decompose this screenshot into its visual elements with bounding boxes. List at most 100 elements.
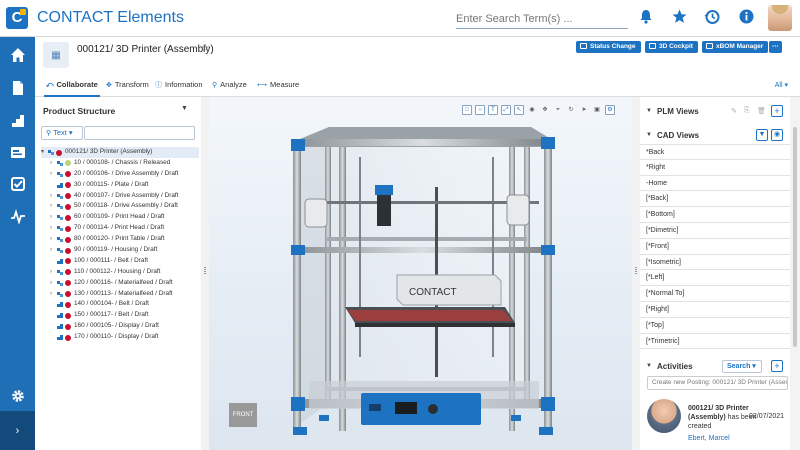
home-icon[interactable] xyxy=(0,39,35,70)
stairs-icon[interactable] xyxy=(0,104,35,135)
tab-measure[interactable]: ⟷ Measure xyxy=(257,80,299,89)
view-cube[interactable]: FRONT xyxy=(229,403,257,427)
left-splitter[interactable] xyxy=(201,97,209,450)
cad-view-item[interactable]: *Right xyxy=(640,159,790,176)
tree-row[interactable]: › 130 / 000113- / Materialfeed / Draft xyxy=(41,289,199,300)
chevron-down-icon[interactable]: ▼ xyxy=(646,132,652,138)
delete-icon[interactable]: 🗑 xyxy=(757,107,766,115)
chevron-down-icon[interactable]: ▼ xyxy=(181,105,188,112)
cad-view-item[interactable]: [*Top] xyxy=(640,317,790,334)
status-dot xyxy=(65,160,71,167)
cad-view-item[interactable]: [*Dimetric] xyxy=(640,222,790,239)
filter-icon[interactable]: ▼ xyxy=(756,129,768,141)
info-icon[interactable] xyxy=(737,9,755,27)
cad-view-item[interactable]: *Back xyxy=(640,144,790,160)
cad-view-item[interactable]: [*Isometric] xyxy=(640,254,790,271)
chevron-down-icon[interactable]: ▼ xyxy=(646,363,652,369)
new-posting-input[interactable]: Create new Posting: 000121/ 3D Printer (… xyxy=(647,376,788,390)
nav-expand-button[interactable]: › xyxy=(0,411,35,450)
tree-row-label: 40 / 000107- / Drive Assembly / Draft xyxy=(74,191,179,199)
cad-view-item[interactable]: -Home xyxy=(640,175,790,192)
expand-toggle-icon[interactable]: › xyxy=(50,245,56,256)
tree-row-label: 10 / 000108- / Chassis / Released xyxy=(74,158,171,166)
printer-model: CONTACT xyxy=(291,127,555,435)
expand-toggle-icon[interactable]: › xyxy=(50,201,56,212)
app-logo[interactable]: C xyxy=(6,7,28,29)
cad-view-item[interactable]: [*Back] xyxy=(640,191,790,208)
filter-type-dropdown[interactable]: ⚲ Text ▾ xyxy=(41,126,83,140)
gear-icon[interactable] xyxy=(0,380,35,411)
history-icon[interactable] xyxy=(703,9,721,27)
checkbox-icon[interactable] xyxy=(0,168,35,199)
expand-toggle-icon[interactable]: › xyxy=(50,267,56,278)
status-dot xyxy=(65,312,71,319)
tree-row[interactable]: › 120 / 000116- / Materialfeed / Draft xyxy=(41,278,199,289)
tree-row[interactable]: › 110 / 000112- / Housing / Draft xyxy=(41,267,199,278)
cad-view-item[interactable]: [*Left] xyxy=(640,270,790,287)
expand-toggle-icon[interactable]: › xyxy=(50,158,56,169)
tree-row[interactable]: ▾ 000121/ 3D Printer (Assembly) xyxy=(41,147,199,158)
status-change-button[interactable]: Status Change xyxy=(576,41,641,53)
tree-row-label: 50 / 000118- / Drive Assembly / Draft xyxy=(74,202,178,210)
cad-view-item[interactable]: [*Front] xyxy=(640,238,790,255)
expand-toggle-icon[interactable]: › xyxy=(50,234,56,245)
add-activity-button[interactable]: + xyxy=(771,360,783,372)
tab-information[interactable]: ⓘ Information xyxy=(155,80,203,90)
tree-row[interactable]: 140 / 000104- / Belt / Draft xyxy=(41,299,199,310)
expand-toggle-icon[interactable]: › xyxy=(50,223,56,234)
favorite-star-icon[interactable]: ☆ xyxy=(201,43,210,54)
bell-icon[interactable] xyxy=(637,9,655,27)
tab-analyze[interactable]: ⚲ Analyze xyxy=(212,80,247,89)
expand-toggle-icon[interactable]: › xyxy=(50,169,56,180)
tab-transform[interactable]: ✥ Transform xyxy=(106,80,149,89)
status-dot xyxy=(65,334,71,341)
tree-row-label: 90 / 000119- / Housing / Draft xyxy=(74,246,158,254)
tree-row[interactable]: › 60 / 000109- / Print Head / Draft xyxy=(41,212,199,223)
tree-row[interactable]: 100 / 000111- / Belt / Draft xyxy=(41,256,199,267)
eye-icon[interactable]: ◉ xyxy=(771,129,783,141)
tab-filter-all[interactable]: All ▾ xyxy=(775,81,788,89)
user-avatar[interactable] xyxy=(768,5,792,31)
expand-toggle-icon[interactable]: › xyxy=(50,289,56,300)
right-splitter[interactable] xyxy=(632,97,640,450)
tree-row[interactable]: › 40 / 000107- / Drive Assembly / Draft xyxy=(41,191,199,202)
3d-viewer[interactable]: □ ○ T ⤢ ↖ ◉ ✥ ⌖ ↻ ➤ ▣ ⚙ CONTACT FRONT xyxy=(209,97,632,450)
add-plm-view-button[interactable]: + xyxy=(771,105,783,117)
pulse-icon[interactable] xyxy=(0,200,35,231)
cad-view-item[interactable]: [*Trimetric] xyxy=(640,333,790,350)
document-icon[interactable] xyxy=(0,72,35,103)
tree-row[interactable]: › 80 / 000120- / Print Table / Draft xyxy=(41,234,199,245)
tree-row[interactable]: 170 / 000110- / Display / Draft xyxy=(41,332,199,343)
expand-toggle-icon[interactable]: › xyxy=(50,278,56,289)
tree-row[interactable]: › 90 / 000119- / Housing / Draft xyxy=(41,245,199,256)
search-input[interactable] xyxy=(456,9,628,29)
activity-author-link[interactable]: Ebert, Marcel xyxy=(688,435,730,442)
tab-collaborate[interactable]: ⤺ Collaborate xyxy=(44,80,100,97)
cad-view-item[interactable]: [*Bottom] xyxy=(640,207,790,223)
tree-row[interactable]: 160 / 000105- / Display / Draft xyxy=(41,321,199,332)
tree-row[interactable]: 150 / 000117- / Belt / Draft xyxy=(41,310,199,321)
cad-view-item[interactable]: [*Normal To] xyxy=(640,286,790,302)
chevron-down-icon[interactable]: ▼ xyxy=(646,108,652,114)
expand-toggle-icon[interactable]: › xyxy=(50,191,56,202)
expand-toggle-icon[interactable]: ▾ xyxy=(41,147,47,158)
structure-filter-input[interactable] xyxy=(84,126,195,140)
cad-view-item[interactable]: [*Right] xyxy=(640,301,790,318)
right-panel-scrollbar[interactable] xyxy=(790,97,800,450)
edit-icon[interactable]: ✎ xyxy=(731,107,737,115)
tree-row[interactable]: 30 / 000115- / Plate / Draft xyxy=(41,180,199,191)
copy-icon[interactable]: ⎘ xyxy=(744,107,750,115)
card-icon[interactable] xyxy=(0,136,35,167)
analyze-icon: ⚲ xyxy=(212,82,218,89)
tree-row[interactable]: › 50 / 000118- / Drive Assembly / Draft xyxy=(41,201,199,212)
expand-toggle-icon[interactable]: › xyxy=(50,212,56,223)
xbom-manager-button[interactable]: xBOM Manager xyxy=(702,41,769,53)
star-icon[interactable] xyxy=(670,9,688,27)
tree-row[interactable]: › 10 / 000108- / Chassis / Released xyxy=(41,158,199,169)
tree-row[interactable]: › 70 / 000114- / Print Head / Draft xyxy=(41,223,199,234)
activities-search-button[interactable]: Search ▾ xyxy=(722,360,762,373)
tree-row[interactable]: › 20 / 000106- / Drive Assembly / Draft xyxy=(41,169,199,180)
3d-cockpit-button[interactable]: 3D Cockpit xyxy=(645,41,698,53)
more-actions-button[interactable]: ⋯ xyxy=(769,41,782,53)
cad-views-list: *Back *Right -Home [*Back] [*Bottom] [*Dimetr… xyxy=(640,144,790,350)
